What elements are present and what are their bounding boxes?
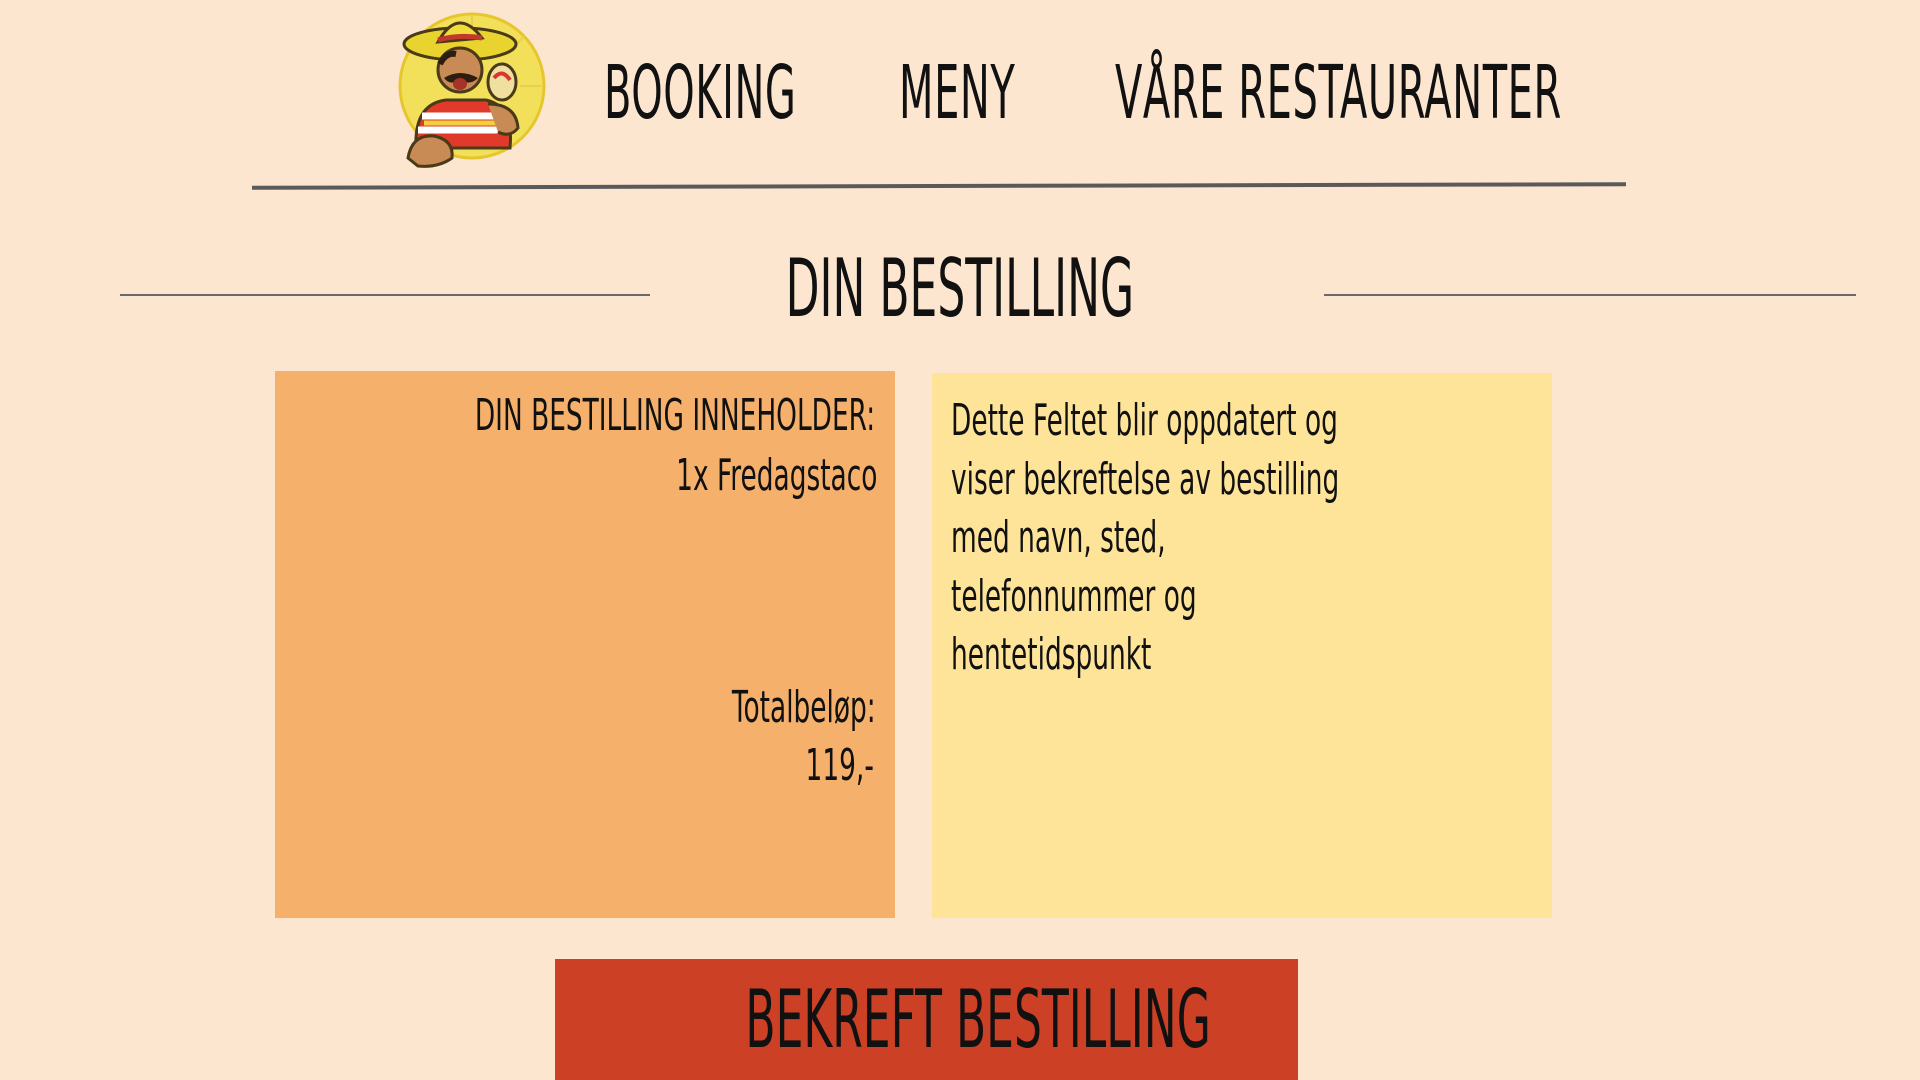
confirmation-line: med navn, sted, [951, 512, 1166, 563]
top-navigation: BOOKING MENY VÅRE RESTAURANTER [0, 0, 1920, 190]
confirmation-line: viser bekreftelse av bestilling [951, 453, 1340, 505]
confirmation-text: Dette Feltet blir oppdatert og viser bek… [951, 392, 1455, 685]
confirm-order-button-label: BEKREFT BESTILLING [745, 973, 1211, 1066]
page-title: DIN BESTILLING [0, 244, 1920, 334]
order-total-value: 119,- [805, 740, 874, 791]
order-total-label: Totalbeløp: [732, 682, 876, 733]
confirm-order-button[interactable]: BEKREFT BESTILLING [555, 959, 1298, 1080]
nav-link-booking[interactable]: BOOKING [604, 48, 796, 138]
confirmation-line: telefonnummer og [951, 570, 1197, 622]
mexican-mascot-logo-icon[interactable] [394, 8, 550, 170]
order-summary-heading: DIN BESTILLING INNEHOLDER: [474, 390, 875, 441]
confirmation-line: Dette Feltet blir oppdatert og [951, 395, 1338, 446]
order-item: 1x Fredagstaco [675, 450, 877, 501]
title-rule-right [1324, 294, 1856, 296]
nav-divider [251, 182, 1627, 190]
confirmation-line: hentetidspunkt [951, 629, 1152, 680]
nav-link-vare-restauranter[interactable]: VÅRE RESTAURANTER [1115, 48, 1562, 138]
nav-link-meny[interactable]: MENY [899, 48, 1015, 138]
page-title-text: DIN BESTILLING [785, 242, 1135, 335]
